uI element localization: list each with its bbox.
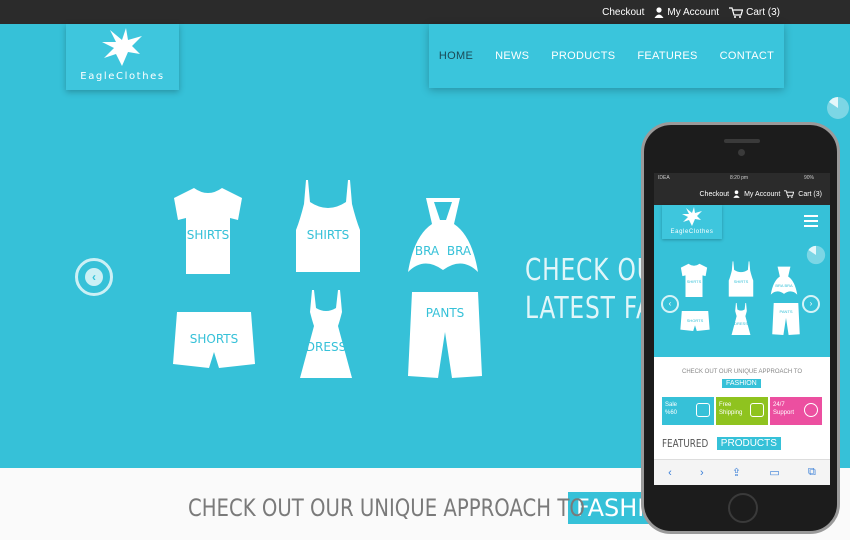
phone-slider-next[interactable]: › — [802, 295, 820, 313]
eagle-logo-icon — [682, 207, 702, 226]
phone-garment-dress: DRESS — [731, 303, 751, 335]
phone-garment-label: SHIRTS — [686, 279, 702, 284]
garment-dress[interactable]: DRESS — [300, 290, 352, 378]
tag-icon — [696, 403, 710, 417]
nav-item-contact[interactable]: CONTACT — [720, 50, 774, 62]
status-carrier: IDEA — [658, 175, 670, 181]
garment-shirt[interactable]: SHIRTS — [172, 186, 244, 274]
phone-featured-heading: FEATURED PRODUCTS — [662, 437, 781, 450]
phone-screen: IDEA 8:20 pm 90% Checkout My Account Car… — [654, 173, 830, 485]
pie-icon — [827, 97, 849, 119]
bra-shape — [408, 198, 478, 272]
logo-name: EagleClothes — [80, 71, 165, 82]
browser-toolbar: ‹ › ⇪ ▭ ⧉ — [654, 459, 830, 485]
bookmarks-icon[interactable]: ▭ — [769, 466, 779, 479]
phone-garment-label: DRESS — [734, 321, 748, 326]
nav-item-news[interactable]: NEWS — [495, 50, 529, 62]
nav-item-products[interactable]: PRODUCTS — [551, 50, 615, 62]
user-icon — [654, 6, 664, 18]
top-links: Checkout My Account Cart (3) — [602, 0, 780, 24]
phone-mockup: IDEA 8:20 pm 90% Checkout My Account Car… — [641, 122, 840, 534]
cart-label[interactable]: Cart (3) — [746, 7, 780, 18]
phone-approach-text: CHECK OUT OUR UNIQUE APPROACH TO — [681, 369, 803, 375]
phone-garment-label: SHIRTS — [733, 279, 749, 284]
garment-label: SHIRTS — [186, 228, 230, 242]
phone-slider-prev[interactable]: ‹ — [661, 295, 679, 313]
share-icon[interactable]: ⇪ — [732, 466, 741, 479]
phone-garment-label: BRA BRA — [775, 283, 793, 288]
phone-logo-name: EagleClothes — [670, 229, 714, 235]
forward-icon[interactable]: › — [700, 467, 704, 479]
site-logo[interactable]: EagleClothes — [66, 24, 179, 90]
eagle-logo-icon — [102, 28, 142, 66]
phone-feature-tiles: Sale %60 Free Shipping 24/7 Support — [662, 397, 822, 425]
phone-cart-link[interactable]: Cart (3) — [798, 191, 822, 198]
pie-icon — [806, 245, 826, 265]
phone-hero: EagleClothes ‹ › SHIRTS SHIRTS BRA BRA S… — [654, 205, 830, 357]
status-time: 8:20 pm — [730, 175, 749, 181]
phone-garment-shorts: SHORTS — [680, 311, 710, 331]
garment-bra[interactable]: BRA BRA — [406, 196, 480, 276]
phone-fashion-highlight: FASHION — [722, 379, 761, 388]
tile-support[interactable]: 24/7 Support — [770, 397, 822, 425]
phone-garment-label: PANTS — [779, 309, 793, 314]
phone-camera — [738, 149, 745, 156]
cart-link[interactable]: Cart (3) — [729, 7, 780, 18]
tanktop-shape — [296, 180, 360, 272]
featured-highlight: PRODUCTS — [716, 437, 781, 450]
gift-icon — [750, 403, 764, 417]
my-account-label[interactable]: My Account — [667, 7, 719, 18]
phone-checkout-link[interactable]: Checkout — [700, 191, 730, 198]
user-icon — [733, 190, 740, 198]
my-account-link[interactable]: My Account — [654, 7, 719, 18]
tabs-icon[interactable]: ⧉ — [808, 466, 816, 479]
phone-account-link[interactable]: My Account — [744, 191, 780, 198]
garment-label: SHORTS — [189, 332, 239, 346]
phone-garment-shirt: SHIRTS — [680, 263, 708, 297]
phone-status-bar: IDEA 8:20 pm 90% — [654, 173, 830, 183]
phone-home-button — [728, 493, 758, 523]
checkout-label[interactable]: Checkout — [602, 7, 644, 18]
garment-pants[interactable]: PANTS — [408, 292, 482, 378]
status-battery: 90% — [804, 175, 815, 181]
pants-shape — [408, 292, 482, 378]
featured-text: FEATURED — [662, 437, 709, 450]
phone-garment-pants: PANTS — [772, 303, 800, 335]
tile-shipping[interactable]: Free Shipping — [716, 397, 768, 425]
phone-garment-tank: SHIRTS — [728, 261, 754, 297]
garment-label: SHIRTS — [306, 228, 350, 242]
approach-text: CHECK OUT OUR UNIQUE APPROACH TO — [188, 494, 585, 522]
garment-label: PANTS — [425, 306, 465, 320]
garment-tank[interactable]: SHIRTS — [294, 180, 362, 272]
nav-item-home[interactable]: HOME — [439, 50, 473, 62]
back-icon[interactable]: ‹ — [668, 467, 672, 479]
nav-item-features[interactable]: FEATURES — [637, 50, 697, 62]
garment-label: DRESS — [305, 340, 347, 354]
approach-heading: CHECK OUT OUR UNIQUE APPROACH TO FASHIO — [188, 492, 672, 524]
headphones-icon — [804, 403, 818, 417]
garment-label-2: BRA — [446, 244, 472, 258]
phone-top-bar: Checkout My Account Cart (3) — [654, 183, 830, 205]
menu-icon[interactable] — [804, 215, 818, 227]
garment-shorts[interactable]: SHORTS — [173, 312, 255, 368]
cart-icon — [784, 190, 795, 198]
checkout-link[interactable]: Checkout — [602, 7, 644, 18]
cart-icon — [729, 6, 744, 18]
phone-garment-bra: BRA BRA — [770, 265, 798, 297]
phone-logo[interactable]: EagleClothes — [662, 205, 722, 239]
chevron-left-icon: ‹ — [85, 268, 103, 286]
tile-sale[interactable]: Sale %60 — [662, 397, 714, 425]
dress-shape — [300, 290, 352, 378]
main-nav: HOME NEWS PRODUCTS FEATURES CONTACT — [429, 24, 784, 88]
top-bar: Checkout My Account Cart (3) — [0, 0, 850, 24]
slider-prev-button[interactable]: ‹ — [75, 258, 113, 296]
phone-garment-label: SHORTS — [686, 318, 704, 323]
phone-speaker — [724, 139, 760, 143]
